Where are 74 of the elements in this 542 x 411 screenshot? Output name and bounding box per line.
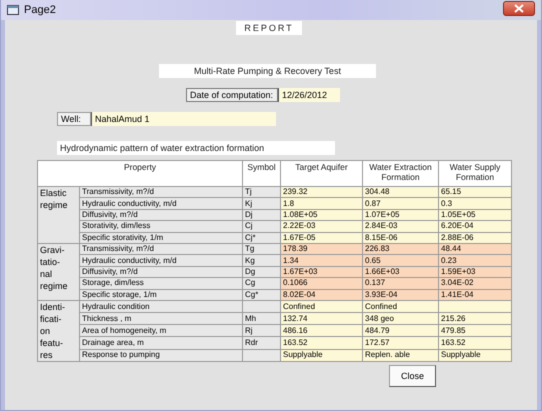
well-label: Well: <box>57 112 91 126</box>
value-cell: 1.05E+05 <box>438 209 512 221</box>
value-cell: 304.48 <box>362 186 438 198</box>
value-cell: 1.67E+03 <box>280 266 362 278</box>
value-cell: 48.44 <box>438 243 512 255</box>
value-cell: 163.52 <box>280 336 362 350</box>
window-icon <box>7 5 19 15</box>
value-cell: 226.83 <box>362 243 438 255</box>
group-cell: Gravi-tatio-nal regime <box>38 243 80 300</box>
value-cell: 348 geo <box>362 312 438 325</box>
value-cell: 0.65 <box>362 254 438 266</box>
property-cell: Area of homogeneity, m <box>80 324 242 337</box>
value-cell: 1.8 <box>280 198 362 210</box>
value-cell: 163.52 <box>438 336 512 350</box>
property-cell: Storage, dim/less <box>80 278 242 290</box>
group-cell: Elastic regime <box>38 186 80 244</box>
property-cell: Storativity, dim/less <box>80 220 242 232</box>
value-cell: 215.26 <box>438 312 512 325</box>
value-cell: 2.88E-06 <box>438 232 512 244</box>
value-cell: 1.67E-05 <box>280 232 362 244</box>
value-cell: 486.16 <box>280 324 362 337</box>
value-cell: 0.1066 <box>280 278 362 290</box>
value-cell: Supplyable <box>280 349 362 362</box>
value-cell: Supplyable <box>438 349 512 362</box>
property-cell: Specific storativity, 1/m <box>80 232 242 244</box>
value-cell: 6.20E-04 <box>438 220 512 232</box>
value-cell: 1.07E+05 <box>362 209 438 221</box>
value-cell: 132.74 <box>280 312 362 325</box>
value-cell: 0.137 <box>362 278 438 290</box>
value-cell: 1.59E+03 <box>438 266 512 278</box>
date-label: Date of computation: <box>186 88 278 102</box>
property-cell: Transmissivity, m?/d <box>80 243 242 255</box>
value-cell: 0.23 <box>438 254 512 266</box>
value-cell: 239.32 <box>280 186 362 198</box>
property-cell: Hydraulic conductivity, m/d <box>80 254 242 266</box>
value-cell: 484.79 <box>362 324 438 337</box>
value-cell: 3.93E-04 <box>362 289 438 300</box>
property-cell: Hydraulic condition <box>80 300 242 313</box>
test-title: Multi-Rate Pumping & Recovery Test <box>159 64 376 78</box>
close-button[interactable]: Close <box>389 364 436 387</box>
property-cell: Transmissivity, m?/d <box>80 186 242 198</box>
property-cell: Specific storage, 1/m <box>80 289 242 300</box>
column-header: Property <box>38 160 242 186</box>
property-cell: Drainage area, m <box>80 336 242 350</box>
value-cell: 65.15 <box>438 186 512 198</box>
value-cell: 172.57 <box>362 336 438 350</box>
value-cell: 2.84E-03 <box>362 220 438 232</box>
value-cell: 1.41E-04 <box>438 289 512 300</box>
value-cell: Confined <box>280 300 362 313</box>
pattern-title: Hydrodynamic pattern of water extraction formation <box>57 141 335 155</box>
property-cell: Response to pumping <box>80 349 242 362</box>
group-cell: Identi-ficati-on featu-res <box>38 300 80 362</box>
value-cell: Replen. able <box>362 349 438 362</box>
property-cell: Hydraulic conductivity, m/d <box>80 198 242 210</box>
value-cell: 1.34 <box>280 254 362 266</box>
value-cell: 479.85 <box>438 324 512 337</box>
property-cell: Diffusivity, m?/d <box>80 266 242 278</box>
value-cell: 0.3 <box>438 198 512 210</box>
value-cell: 178.39 <box>280 243 362 255</box>
property-cell: Thickness , m <box>80 312 242 325</box>
date-field[interactable]: 12/26/2012 <box>278 88 340 102</box>
value-cell: 8.02E-04 <box>280 289 362 300</box>
property-cell: Diffusivity, m?/d <box>80 209 242 221</box>
value-cell: 1.08E+05 <box>280 209 362 221</box>
window-title: Page2 <box>24 4 56 16</box>
value-cell: Confined <box>362 300 438 313</box>
close-icon[interactable] <box>503 0 535 16</box>
value-cell: 2.22E-03 <box>280 220 362 232</box>
value-cell: 0.87 <box>362 198 438 210</box>
value-cell: 1.66E+03 <box>362 266 438 278</box>
value-cell: 8.15E-06 <box>362 232 438 244</box>
well-field[interactable]: NahalAmud 1 <box>91 112 276 126</box>
value-cell: 3.04E-02 <box>438 278 512 290</box>
report-heading: REPORT <box>236 21 302 35</box>
